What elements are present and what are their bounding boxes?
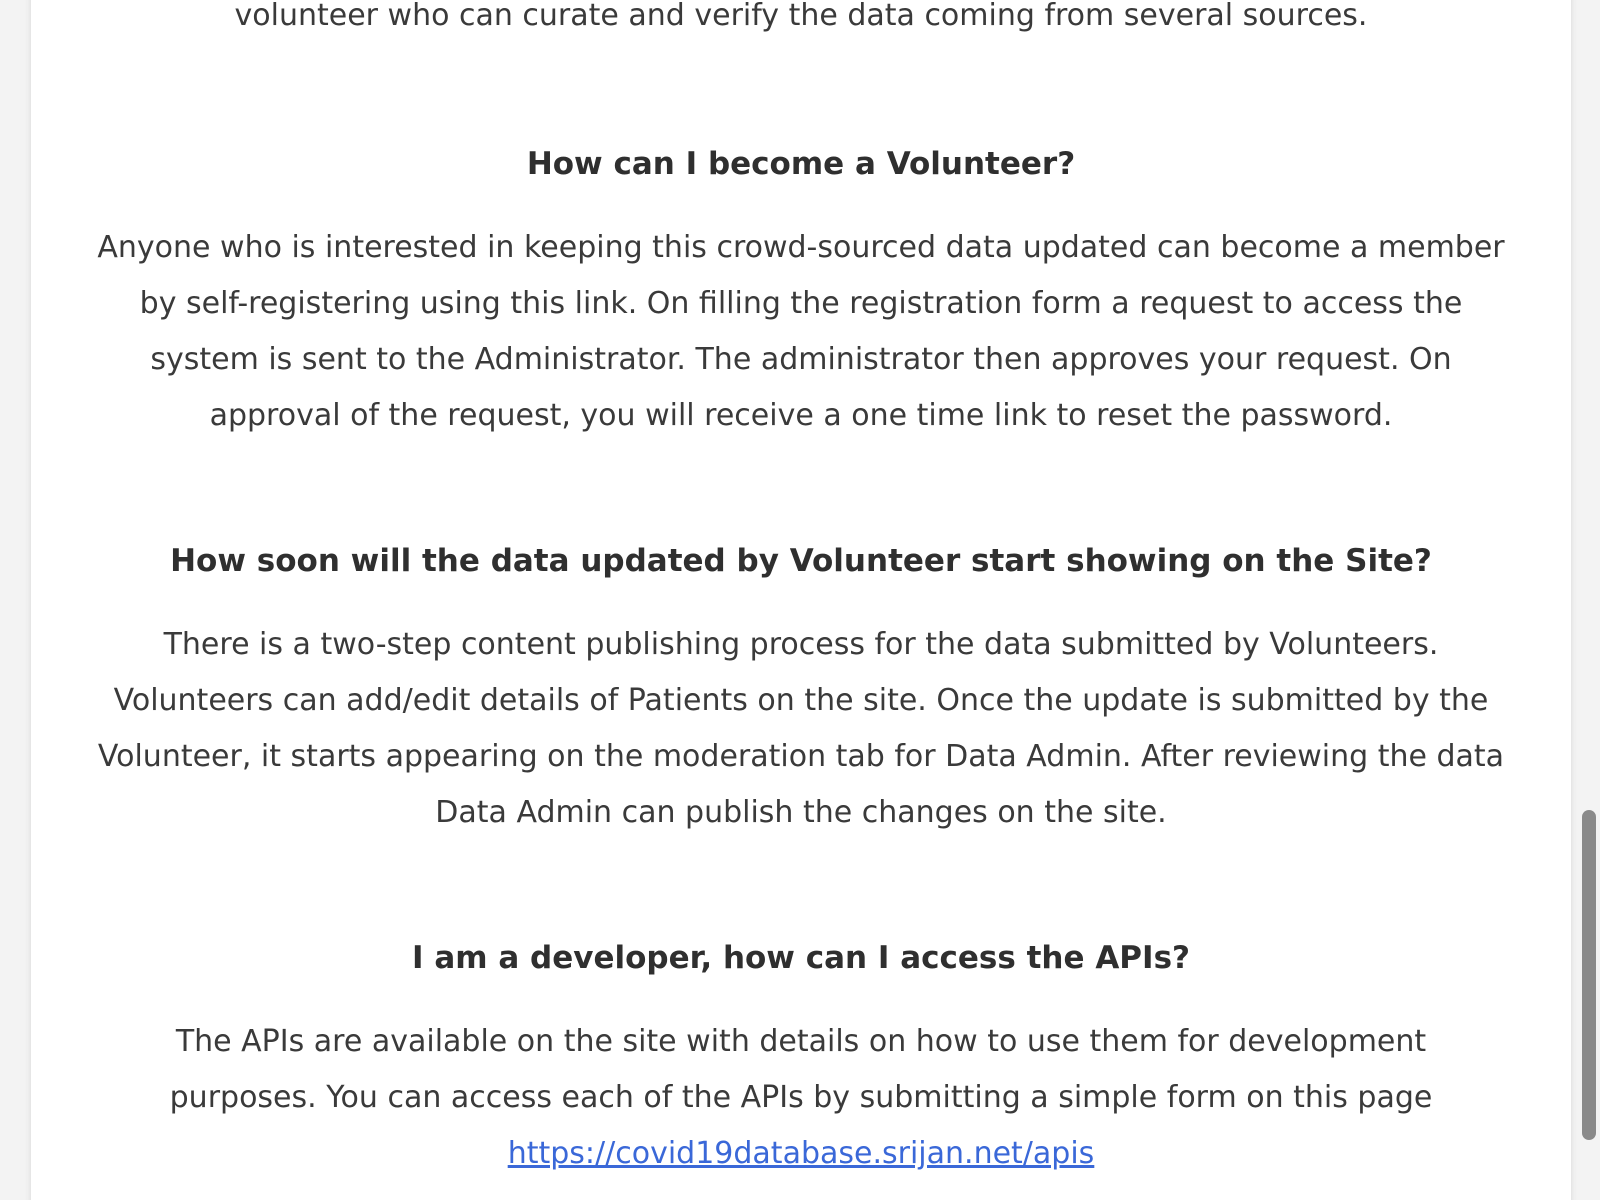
faq-answer: Anyone who is interested in keeping this… — [97, 230, 1505, 433]
faq-item-apis: I am a developer, how can I access the A… — [31, 938, 1571, 1182]
browser-viewport: The COVID Patient database is based on c… — [0, 0, 1600, 1200]
intro-text: The COVID Patient database is based on c… — [234, 0, 1368, 33]
faq-question: How can I become a Volunteer? — [526, 146, 1076, 182]
faq-answer-with-link: The APIs are available on the site with … — [131, 1014, 1471, 1182]
vertical-scrollbar[interactable] — [1578, 0, 1600, 1200]
faq-item-data-update: How soon will the data updated by Volunt… — [31, 541, 1571, 841]
faq-answer: There is a two-step content publishing p… — [97, 627, 1505, 830]
faq-question: How soon will the data updated by Volunt… — [170, 543, 1432, 579]
faq-question: I am a developer, how can I access the A… — [412, 940, 1190, 976]
apis-link[interactable]: https://covid19database.srijan.net/apis — [508, 1136, 1095, 1171]
faq-answer: The APIs are available on the site with … — [169, 1024, 1433, 1115]
faq-content-card: The COVID Patient database is based on c… — [30, 0, 1572, 1200]
faq-item-volunteer: How can I become a Volunteer? Anyone who… — [31, 144, 1571, 444]
scrollbar-thumb[interactable] — [1582, 810, 1596, 1140]
intro-section: The COVID Patient database is based on c… — [31, 0, 1571, 44]
